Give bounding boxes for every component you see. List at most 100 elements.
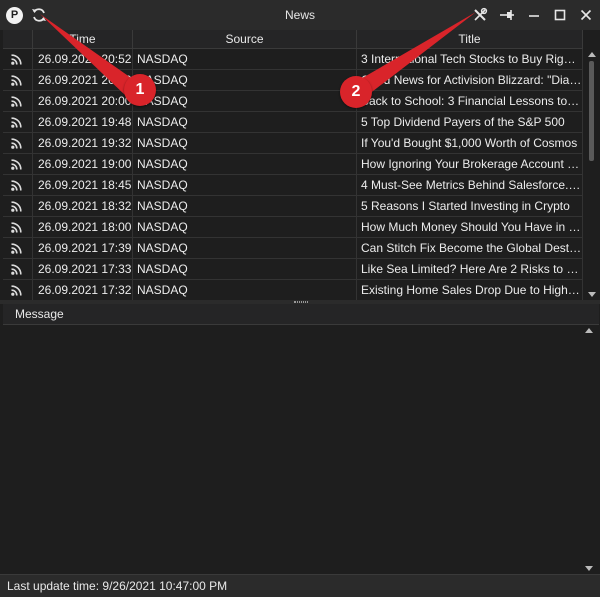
table-row[interactable]: 26.09.2021 20:52 NASDAQ 3 International Te… xyxy=(3,49,583,70)
rss-icon xyxy=(11,222,22,233)
row-icon-cell xyxy=(3,280,33,300)
row-title: 5 Reasons I Started Investing in Crypto xyxy=(357,196,583,217)
table-row[interactable]: 26.09.2021 17:32 NASDAQ Existing Home Sale… xyxy=(3,280,583,300)
pin-icon xyxy=(500,10,514,20)
table-row[interactable]: 26.09.2021 20:00 NASDAQ Back to School: 3 … xyxy=(3,91,583,112)
row-icon-cell xyxy=(3,154,33,175)
row-time: 26.09.2021 18:45 xyxy=(33,175,133,196)
row-time: 26.09.2021 20:00 xyxy=(33,91,133,112)
row-icon-cell xyxy=(3,217,33,238)
grid-scrollbar[interactable] xyxy=(585,49,598,300)
row-time: 26.09.2021 20:52 xyxy=(33,49,133,70)
message-scrollbar[interactable] xyxy=(583,325,595,574)
row-source: NASDAQ xyxy=(133,49,357,70)
minimize-icon xyxy=(529,15,539,17)
column-header-title[interactable]: Title xyxy=(357,30,583,49)
row-source: NASDAQ xyxy=(133,70,357,91)
table-row[interactable]: 26.09.2021 19:48 NASDAQ 5 Top Dividend Pay… xyxy=(3,112,583,133)
row-icon-cell xyxy=(3,49,33,70)
row-time: 26.09.2021 19:48 xyxy=(33,112,133,133)
title-bar: P News xyxy=(0,0,600,30)
callout-badge-1: 1 xyxy=(124,74,156,106)
row-icon-cell xyxy=(3,112,33,133)
row-title: 4 Must-See Metrics Behind Salesforce.com xyxy=(357,175,583,196)
row-title: Existing Home Sales Drop Due to Higher P… xyxy=(357,280,583,300)
minimize-button[interactable] xyxy=(525,6,543,24)
row-source: NASDAQ xyxy=(133,280,357,300)
row-time: 26.09.2021 18:00 xyxy=(33,217,133,238)
row-time: 26.09.2021 19:00 xyxy=(33,154,133,175)
row-title: How Ignoring Your Brokerage Account Can … xyxy=(357,154,583,175)
table-row[interactable]: 26.09.2021 20:33 NASDAQ Good News for Acti… xyxy=(3,70,583,91)
refresh-icon xyxy=(32,8,46,22)
message-header: Message xyxy=(3,304,599,325)
tools-icon xyxy=(474,7,488,21)
pin-button[interactable] xyxy=(498,6,516,24)
rss-icon xyxy=(11,54,22,65)
table-row[interactable]: 26.09.2021 17:39 NASDAQ Can Stitch Fix Bec… xyxy=(3,238,583,259)
splitter-grip-icon[interactable] xyxy=(294,301,308,303)
maximize-icon xyxy=(554,9,566,21)
rss-icon xyxy=(11,180,22,191)
row-title: 3 International Tech Stocks to Buy Right… xyxy=(357,49,583,70)
rss-icon xyxy=(11,201,22,212)
row-icon-cell xyxy=(3,196,33,217)
maximize-button[interactable] xyxy=(551,6,569,24)
row-title: 5 Top Dividend Payers of the S&P 500 xyxy=(357,112,583,133)
table-row[interactable]: 26.09.2021 19:00 NASDAQ How Ignoring Your … xyxy=(3,154,583,175)
row-source: NASDAQ xyxy=(133,154,357,175)
close-button[interactable] xyxy=(577,6,595,24)
table-row[interactable]: 26.09.2021 18:32 NASDAQ 5 Reasons I Starte… xyxy=(3,196,583,217)
row-title: Good News for Activision Blizzard: "Diab… xyxy=(357,70,583,91)
app-logo-icon[interactable]: P xyxy=(6,7,23,24)
table-row[interactable]: 26.09.2021 18:45 NASDAQ 4 Must-See Metrics… xyxy=(3,175,583,196)
settings-button[interactable] xyxy=(471,6,489,24)
row-icon-cell xyxy=(3,238,33,259)
scroll-thumb[interactable] xyxy=(589,61,594,161)
message-scroll-up-icon[interactable] xyxy=(585,328,593,333)
row-source: NASDAQ xyxy=(133,238,357,259)
row-time: 26.09.2021 19:32 xyxy=(33,133,133,154)
column-header-icon[interactable] xyxy=(3,30,33,49)
scroll-up-icon[interactable] xyxy=(588,52,596,57)
rss-icon xyxy=(11,243,22,254)
scroll-down-icon[interactable] xyxy=(588,292,596,297)
row-icon-cell xyxy=(3,175,33,196)
close-icon xyxy=(580,9,592,21)
grid-rows: 26.09.2021 20:52 NASDAQ 3 International Te… xyxy=(3,49,583,300)
row-title: Can Stitch Fix Become the Global Destina… xyxy=(357,238,583,259)
row-source: NASDAQ xyxy=(133,217,357,238)
row-source: NASDAQ xyxy=(133,175,357,196)
message-body[interactable] xyxy=(3,325,599,574)
row-title: If You'd Bought $1,000 Worth of Cosmos xyxy=(357,133,583,154)
row-source: NASDAQ xyxy=(133,133,357,154)
rss-icon xyxy=(11,138,22,149)
row-source: NASDAQ xyxy=(133,196,357,217)
row-time: 26.09.2021 20:33 xyxy=(33,70,133,91)
row-source: NASDAQ xyxy=(133,112,357,133)
rss-icon xyxy=(11,75,22,86)
callout-badge-2: 2 xyxy=(340,76,372,108)
rss-icon xyxy=(11,285,22,296)
last-update-text: Last update time: 9/26/2021 10:47:00 PM xyxy=(7,579,228,593)
row-icon-cell xyxy=(3,259,33,280)
status-bar: Last update time: 9/26/2021 10:47:00 PM xyxy=(0,574,600,597)
row-time: 26.09.2021 17:39 xyxy=(33,238,133,259)
row-time: 26.09.2021 17:32 xyxy=(33,280,133,300)
table-row[interactable]: 26.09.2021 19:32 NASDAQ If You'd Bought $1… xyxy=(3,133,583,154)
column-header-source[interactable]: Source xyxy=(133,30,357,49)
row-time: 26.09.2021 18:32 xyxy=(33,196,133,217)
refresh-button[interactable] xyxy=(31,7,47,23)
row-title: Back to School: 3 Financial Lessons to T… xyxy=(357,91,583,112)
row-source: NASDAQ xyxy=(133,259,357,280)
table-row[interactable]: 26.09.2021 17:33 NASDAQ Like Sea Limited? … xyxy=(3,259,583,280)
row-title: Like Sea Limited? Here Are 2 Risks to Be… xyxy=(357,259,583,280)
rss-icon xyxy=(11,159,22,170)
row-time: 26.09.2021 17:33 xyxy=(33,259,133,280)
column-header-time[interactable]: Time xyxy=(33,30,133,49)
row-title: How Much Money Should You Have in Saving… xyxy=(357,217,583,238)
rss-icon xyxy=(11,264,22,275)
message-scroll-down-icon[interactable] xyxy=(585,566,593,571)
table-row[interactable]: 26.09.2021 18:00 NASDAQ How Much Money Sho… xyxy=(3,217,583,238)
row-icon-cell xyxy=(3,91,33,112)
